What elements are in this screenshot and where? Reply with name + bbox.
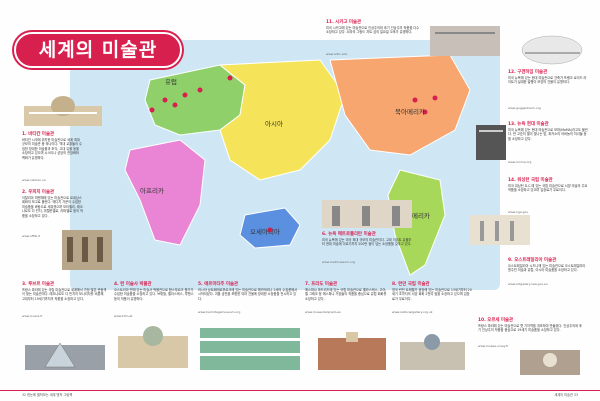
label-asia: 아시아 (265, 120, 283, 128)
spread-page: 유럽 아시아 아프리카 오세아니아 북아메리카 남아메리카 세계의 미술관 1.… (0, 0, 600, 401)
museum-url: www.nationalgallery.org.uk (392, 310, 433, 314)
orsay-image (520, 350, 580, 375)
museum-card-3: 3. 루브르 미술관 프랑스 파리에 있는 국립 미술관으로 세계에서 가장 많… (22, 282, 107, 318)
museum-desc: 에스파냐 마드리드에 있는 국립 미술관으로 벨라스케스, 고야, 엘 그레코 … (305, 288, 387, 301)
page-title: 세계의 미술관 (14, 32, 182, 68)
museum-card-9: 9. 오스트레일리아 미술관 오스트레일리아 시드니에 있는 미술관으로 오스트… (508, 258, 586, 286)
museum-desc: 러시아 상트페테르부르크에 있는 미술관으로 예카테리나 2세의 수집품에서 시… (198, 288, 298, 301)
national-gallery-image (400, 334, 465, 370)
museum-card-6: 6. 뉴욕 메트로폴리탄 미술관 미국 뉴욕에 있는 미국 최대 규모의 미술관… (322, 232, 412, 264)
museum-desc: 미국 뉴욕에 있는 현대 미술관으로 모마(MoMA)라고도 불린다. 반 고흐… (508, 128, 588, 141)
world-map: 유럽 아시아 아프리카 오세아니아 북아메리카 남아메리카 (70, 40, 500, 290)
guggenheim-image (521, 35, 583, 65)
footer-right: 세계의 미술관 33 (554, 393, 578, 397)
hermitage-image (200, 328, 300, 370)
museum-desc: 미국 뉴욕에 있는 미국 최대 규모의 미술관이다. 고대 이집트 유물부터 현… (322, 238, 412, 247)
vatican-building-image (24, 96, 102, 126)
museum-desc: 프랑스 파리에 있는 국립 미술관으로 세계에서 가장 많은 관람객이 찾는 미… (22, 288, 107, 301)
moma-image (476, 125, 506, 160)
museum-card-8: 8. 런던 국립 미술관 영국 런던 트래펄가 광장에 있는 미술관으로 13세… (392, 282, 472, 314)
museum-url: www.museodelprado.es (305, 310, 341, 314)
vienna-museum-image (118, 326, 188, 368)
museum-card-7: 7. 프라도 미술관 에스파냐 마드리드에 있는 국립 미술관으로 벨라스케스,… (305, 282, 387, 314)
museum-desc: 미국 시카고에 있는 미술관으로 인상주의와 후기 인상주의 작품을 다수 소장… (326, 26, 420, 35)
chicago-museum-image (430, 26, 500, 56)
museum-card-1: 1. 바티칸 미술관 바티칸 시국에 위치한 미술관으로 세계 최대 규모의 미… (22, 132, 82, 182)
uffizi-building-image (62, 230, 112, 270)
museum-url: www.guggenheim.org (508, 106, 541, 110)
museum-url: www.louvre.fr (22, 314, 43, 318)
footer-left: 32 한눈에 펼쳐보는 세계 명작 그림책 (22, 393, 73, 397)
label-oceania: 오세아니아 (250, 228, 280, 236)
museum-card-10: 10. 오르세 미술관 프랑스 파리에 있는 미술관으로 옛 기차역을 개조하여… (478, 318, 583, 348)
museum-card-5: 5. 에르미타주 미술관 러시아 상트페테르부르크에 있는 미술관으로 예카테리… (198, 282, 298, 314)
label-africa: 아프리카 (140, 187, 164, 195)
museum-card-4: 4. 런 미술사 박물관 오스트리아 빈에 있는 미술사 박물관으로 합스부르크… (114, 282, 194, 318)
met-museum-image (322, 200, 412, 228)
museum-desc: 오스트리아 빈에 있는 미술사 박물관으로 합스부르크 왕가가 수집한 미술품을… (114, 288, 194, 301)
world-map-svg (124, 54, 471, 276)
museum-url: www.artgallery.nsw.gov.au (508, 282, 548, 286)
museum-desc: 바티칸 시국에 위치한 미술관으로 세계 최대 규모의 미술관 중 하나이다. … (22, 138, 82, 160)
africa-shape (124, 139, 206, 246)
museum-desc: 미국 뉴욕에 있는 현대 미술관으로 건축가 프랭크 로이드 라이트가 설계한 … (508, 76, 587, 85)
louvre-building-image (25, 342, 105, 370)
museum-url: www.hermitagemuseum.org (198, 310, 241, 314)
north-america-shape (329, 54, 471, 156)
museum-desc: 프랑스 파리에 있는 미술관으로 옛 기차역을 개조하여 만들었다. 인상주의와… (478, 324, 582, 333)
label-north-america: 북아메리카 (395, 108, 425, 116)
museum-url: www.metmuseum.org (322, 260, 355, 264)
label-europe: 유럽 (165, 78, 177, 86)
museum-url: www.vatican.va (22, 178, 46, 182)
museum-card-12: 12. 구겐하임 미술관 미국 뉴욕에 있는 현대 미술관으로 건축가 프랭크 … (508, 70, 588, 110)
prado-image (318, 332, 386, 370)
footer-divider (0, 390, 600, 391)
australia-gallery-image (470, 215, 530, 245)
museum-url: www.artic.edu (326, 52, 348, 56)
museum-url: www.moma.org (508, 160, 532, 164)
museum-desc: 영국 런던 트래펄가 광장에 있는 미술관으로 13세기부터 20세기 초까지의… (392, 288, 472, 301)
museum-card-11: 11. 시카고 미술관 미국 시카고에 있는 미술관으로 인상주의와 후기 인상… (326, 20, 422, 56)
museum-card-13: 13. 뉴욕 현대 미술관 미국 뉴욕에 있는 현대 미술관으로 모마(MoMA… (508, 122, 588, 164)
museum-desc: 오스트레일리아 시드니에 있는 미술관으로 오스트레일리아 원주민 미술과 유럽… (508, 264, 586, 273)
